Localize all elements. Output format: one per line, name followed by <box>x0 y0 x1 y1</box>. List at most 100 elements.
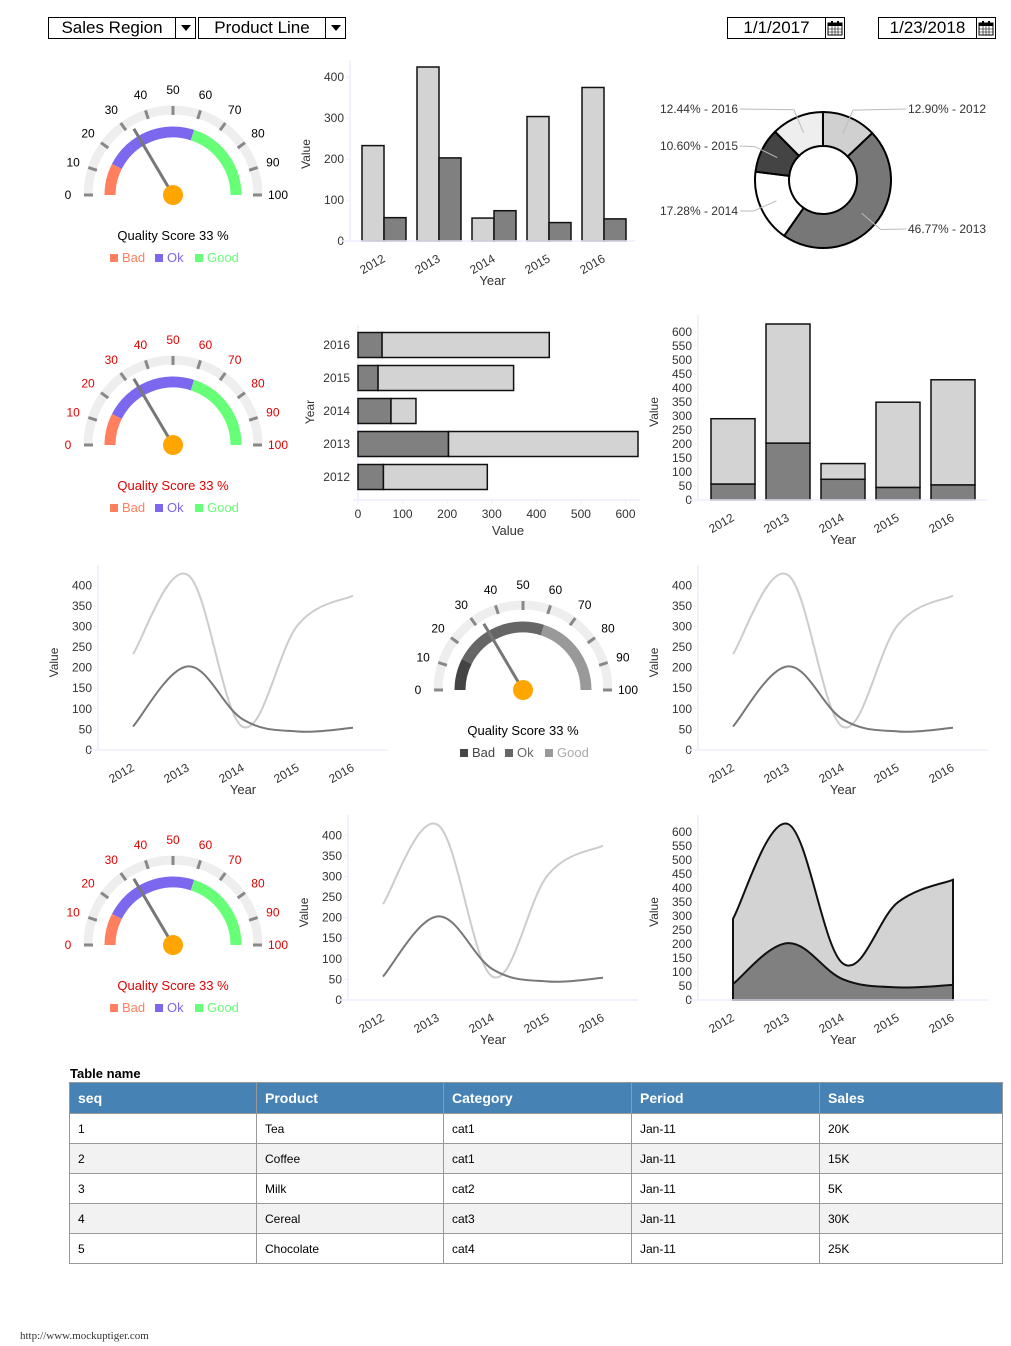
table-row[interactable]: 4 Cereal cat3 Jan-11 30K <box>69 1203 1003 1234</box>
bar-2012-a <box>361 144 385 242</box>
y-tick-label: 300 <box>672 909 692 923</box>
x-tick-label: 200 <box>437 507 457 521</box>
stacked-bar-2013-b <box>765 442 811 501</box>
legend-label-ok: Ok <box>167 250 184 265</box>
y-tick-label: 450 <box>672 367 692 381</box>
legend-label-good: Good <box>207 500 239 515</box>
stacked-bar-2015-b <box>875 486 921 501</box>
gauge-tick-label: 100 <box>268 938 288 952</box>
y-tick-label: 350 <box>672 895 692 909</box>
table-row[interactable]: 1 Tea cat1 Jan-11 20K <box>69 1113 1003 1144</box>
gauge-tick-label: 10 <box>416 651 430 665</box>
table-row[interactable]: 3 Milk cat2 Jan-11 5K <box>69 1173 1003 1204</box>
legend-label-good: Good <box>557 745 589 760</box>
x-axis-label: Year <box>230 782 257 797</box>
gauge-chart-4: 0 10 20 30 40 50 60 70 80 90 100 Quality Score 33 %… <box>65 833 289 1015</box>
column-header-product[interactable]: Product <box>256 1082 444 1114</box>
y-axis-label: Value <box>299 139 313 169</box>
stacked-bar-2016-b <box>930 484 976 501</box>
y-tick-label: 200 <box>72 661 92 675</box>
start-date-field[interactable]: 1/1/2017 <box>727 17 845 39</box>
gauge-tick-label: 40 <box>134 88 148 102</box>
stacked-bar-2015-a <box>875 401 921 489</box>
legend-label-good: Good <box>207 250 239 265</box>
column-header-period[interactable]: Period <box>631 1082 820 1114</box>
gauge-tick-label: 80 <box>251 126 265 140</box>
gauge-chart-2: 0 10 20 30 40 50 60 70 80 90 100 Quality Score 33 %… <box>65 333 289 515</box>
gauge-tick-label: 30 <box>105 353 119 367</box>
gauge-tick-label: 30 <box>105 853 119 867</box>
bar-2015-a <box>526 115 550 242</box>
stacked-bar-2014-b <box>820 478 866 501</box>
gauge-tick-label: 10 <box>66 156 80 170</box>
calendar-icon[interactable] <box>825 18 844 38</box>
cell-sales: 20K <box>819 1113 1003 1144</box>
hbar-2014-a <box>390 397 417 425</box>
column-header-category[interactable]: Category <box>443 1082 632 1114</box>
x-tick-label: 2013 <box>412 251 442 277</box>
line-chart-2: 050100150200250300350400Value2012 2013 201… <box>647 565 988 797</box>
cell-period: Jan-11 <box>631 1143 820 1174</box>
y-tick-label: 400 <box>672 881 692 895</box>
table-row[interactable]: 2 Coffee cat1 Jan-11 15K <box>69 1143 1003 1174</box>
end-date-field[interactable]: 1/23/2018 <box>878 17 996 39</box>
y-tick-label: 400 <box>672 578 692 592</box>
legend-label-bad: Bad <box>122 1000 145 1015</box>
y-axis-label: Value <box>47 647 61 677</box>
vertical-stacked-bar-chart: 050100150200250300350400450500550600Valu… <box>647 315 988 547</box>
x-axis-label: Year <box>830 532 857 547</box>
cell-category: cat1 <box>443 1143 632 1174</box>
x-tick-label: 2013 <box>761 760 791 786</box>
cell-category: cat1 <box>443 1113 632 1144</box>
y-tick-label: 2015 <box>323 371 350 385</box>
gauge-needle-knob <box>513 680 533 700</box>
stacked-bar-2014-a <box>820 462 866 481</box>
x-tick-label: 2013 <box>411 1010 441 1036</box>
table-row[interactable]: 5 Chocolate cat4 Jan-11 25K <box>69 1233 1003 1264</box>
y-tick-label: 100 <box>672 465 692 479</box>
cell-product: Chocolate <box>256 1233 444 1264</box>
gauge-tick-label: 70 <box>228 103 242 117</box>
y-tick-label: 50 <box>79 722 93 736</box>
legend-swatch-good <box>195 504 203 512</box>
bar-2014-b <box>493 209 517 242</box>
product-line-dropdown[interactable]: Product Line <box>198 17 346 39</box>
stacked-bar-2013-a <box>765 323 811 444</box>
y-tick-label: 2012 <box>323 470 350 484</box>
x-tick-label: 2012 <box>357 251 387 277</box>
chevron-down-icon[interactable] <box>325 18 345 38</box>
y-tick-label: 600 <box>672 325 692 339</box>
sales-region-dropdown[interactable]: Sales Region <box>48 17 196 39</box>
y-axis-label: Value <box>647 397 661 427</box>
column-header-sales[interactable]: Sales <box>819 1082 1003 1114</box>
gauge-tick-label: 70 <box>228 353 242 367</box>
footer-link[interactable]: http://www.mockuptiger.com <box>20 1330 149 1342</box>
cell-period: Jan-11 <box>631 1173 820 1204</box>
x-tick-label: 2013 <box>761 510 791 536</box>
y-axis-label: Value <box>647 647 661 677</box>
gauge-tick-label: 30 <box>105 103 119 117</box>
gauge-tick-label: 100 <box>618 683 638 697</box>
calendar-icon[interactable] <box>976 18 995 38</box>
legend-label-ok: Ok <box>167 500 184 515</box>
legend-swatch-bad <box>110 1004 118 1012</box>
y-tick-label: 300 <box>672 619 692 633</box>
donut-label-2015: 10.60% - 2015 <box>660 139 738 153</box>
legend-swatch-ok <box>155 504 163 512</box>
x-axis-label: Year <box>480 1032 507 1047</box>
cell-seq: 2 <box>69 1143 257 1174</box>
x-axis-label: Value <box>492 523 524 538</box>
y-tick-label: 200 <box>672 661 692 675</box>
line-chart-1: 050100150200250300350400Value2012 2013 201… <box>47 565 388 797</box>
gauge-tick-label: 90 <box>266 406 280 420</box>
y-tick-label: 2014 <box>323 404 350 418</box>
line-chart-3: 050100150200250300350400Value2012 2013 201… <box>297 815 638 1047</box>
column-header-seq[interactable]: seq <box>69 1082 257 1114</box>
cell-seq: 4 <box>69 1203 257 1234</box>
gauge-tick-label: 70 <box>228 853 242 867</box>
bar-2014-a <box>471 217 495 242</box>
cell-product: Cereal <box>256 1203 444 1234</box>
chevron-down-icon[interactable] <box>175 18 195 38</box>
end-date-value[interactable]: 1/23/2018 <box>879 18 976 38</box>
start-date-value[interactable]: 1/1/2017 <box>728 18 825 38</box>
